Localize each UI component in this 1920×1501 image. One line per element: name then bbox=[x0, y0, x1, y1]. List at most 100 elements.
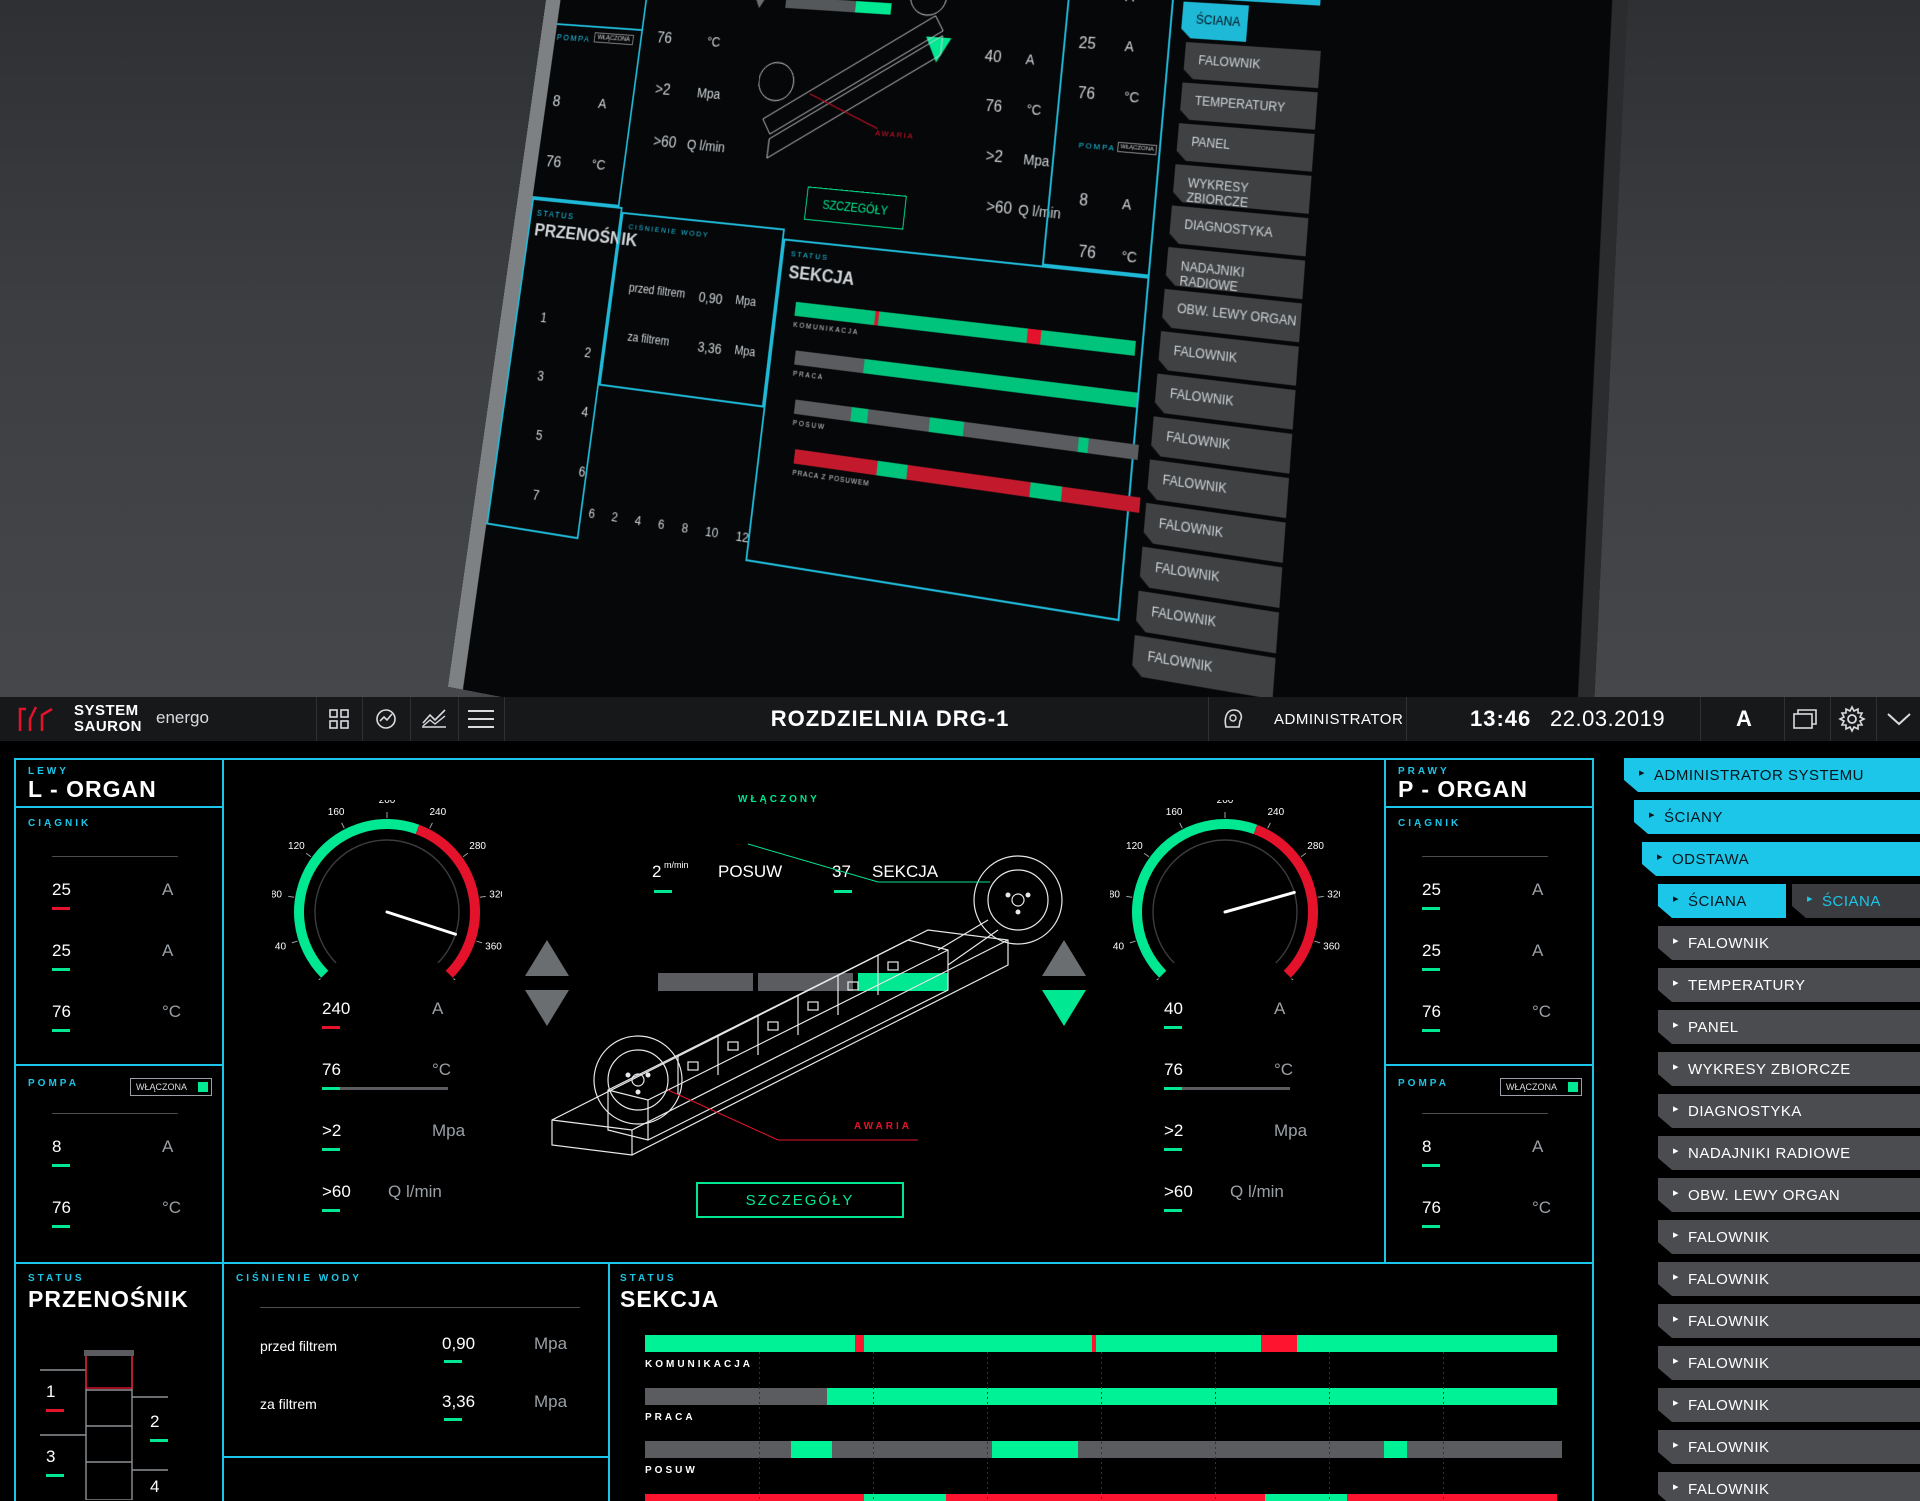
gauge-inner-arc bbox=[314, 839, 460, 964]
menu-item[interactable]: NADAJNIKI RADIOWE bbox=[1658, 1136, 1920, 1170]
menu-item[interactable]: PANEL bbox=[1658, 1010, 1920, 1044]
center-reading-value: >60 bbox=[1164, 1182, 1193, 1201]
center-reading-value: 240 bbox=[322, 999, 351, 1018]
reading-value: 76 bbox=[52, 1198, 71, 1217]
gauge-tick bbox=[1300, 852, 1307, 858]
reading-underline bbox=[52, 1225, 70, 1228]
conveyor-title: PRZENOŚNIK bbox=[28, 1286, 189, 1312]
grid-icon[interactable] bbox=[328, 708, 350, 730]
center-reading-value: 40 bbox=[1164, 999, 1183, 1018]
dashboard-gauge-icon[interactable] bbox=[374, 707, 398, 731]
right-speed-gauge: 04080120160200240280320360400 bbox=[1110, 800, 1340, 980]
center-reading-unit: °C bbox=[1274, 1060, 1294, 1079]
center-reading-underline bbox=[1164, 1148, 1182, 1151]
left-ciagnik-label: CIĄGNIK bbox=[28, 818, 92, 829]
grid-line bbox=[873, 1352, 874, 1501]
monitor-photo: 76 °C POMPA WŁĄCZONA 8 A 76 °C STATUS PR… bbox=[0, 0, 1920, 697]
gauge-tick-label: 320 bbox=[489, 889, 502, 900]
menu-item[interactable]: OBW. LEWY ORGAN bbox=[1658, 1178, 1920, 1212]
photo-unit: °C bbox=[590, 156, 607, 174]
reading-value: 25 bbox=[1422, 880, 1441, 899]
conveyor-num-underline bbox=[46, 1474, 64, 1477]
gauge-tick-label: 280 bbox=[1307, 841, 1324, 852]
reading-underline bbox=[52, 968, 70, 971]
menu-item[interactable]: FALOWNIK bbox=[1658, 1346, 1920, 1380]
photo-menu-item: TEMPERATURY bbox=[1179, 82, 1317, 129]
gauge-tick bbox=[462, 852, 469, 858]
photo-unit: °C bbox=[1123, 88, 1141, 106]
rail-outline bbox=[551, 929, 1009, 1156]
photo-details-button: SZCZEGÓŁY bbox=[803, 186, 907, 230]
photo-unit: A bbox=[1125, 0, 1135, 5]
toggle-indicator bbox=[1568, 1082, 1578, 1092]
sauron-logo-icon bbox=[18, 706, 53, 731]
photo-axis-num: 6 bbox=[587, 505, 596, 522]
user-head-icon[interactable] bbox=[1222, 707, 1244, 731]
menu-tab-inactive[interactable]: ŚCIANA bbox=[1792, 884, 1920, 918]
photo-val: 76 bbox=[1077, 243, 1097, 263]
grid-line bbox=[1101, 1352, 1102, 1501]
chart-icon[interactable] bbox=[420, 707, 448, 731]
wlaczony-leader bbox=[747, 843, 990, 883]
center-reading-unit: Mpa bbox=[1274, 1121, 1308, 1140]
menu-item[interactable]: FALOWNIK bbox=[1658, 1388, 1920, 1422]
divider bbox=[52, 1113, 178, 1114]
photo-val: 76 bbox=[544, 152, 563, 172]
gauge-green-arc bbox=[294, 819, 420, 978]
reading-value: 76 bbox=[1422, 1002, 1441, 1021]
clock-date: 22.03.2019 bbox=[1550, 706, 1666, 731]
photo-track-green bbox=[854, 1, 892, 15]
photo-menu-item: FALOWNIK bbox=[1183, 42, 1321, 88]
photo-water-unit: Mpa bbox=[734, 292, 757, 310]
brand-line-1: SYSTEM bbox=[74, 702, 139, 719]
reading-unit: °C bbox=[162, 1002, 182, 1021]
water-row-value: 3,36 bbox=[442, 1392, 476, 1411]
menu-item[interactable]: ADMINISTRATOR SYSTEMU bbox=[1624, 758, 1920, 792]
photo-unit: °C bbox=[1025, 101, 1043, 119]
photo-menu-item: ŚCIANA bbox=[1253, 0, 1323, 6]
reading-underline bbox=[1422, 1029, 1440, 1032]
details-button[interactable]: SZCZEGÓŁY bbox=[696, 1182, 904, 1218]
menu-item[interactable]: ODSTAWA bbox=[1642, 842, 1920, 876]
menu-item[interactable]: WYKRESY ZBIORCZE bbox=[1658, 1052, 1920, 1086]
temperature-bar bbox=[1164, 1087, 1290, 1090]
reading-unit: A bbox=[1532, 1137, 1544, 1156]
menu-item[interactable]: FALOWNIK bbox=[1658, 1304, 1920, 1338]
menu-item[interactable]: FALOWNIK bbox=[1658, 1430, 1920, 1464]
right-pompa-state: WŁĄCZONA bbox=[1506, 1082, 1558, 1092]
menu-item[interactable]: FALOWNIK bbox=[1658, 1262, 1920, 1296]
left-pompa-toggle[interactable]: WŁĄCZONA bbox=[130, 1078, 212, 1096]
menu-item[interactable]: FALOWNIK bbox=[1658, 926, 1920, 960]
photo-unit: °C bbox=[1120, 247, 1138, 266]
photo-axis-num: 10 bbox=[704, 523, 720, 541]
photo-axis-num: 6 bbox=[657, 516, 666, 533]
center-reading-underline bbox=[322, 1148, 340, 1151]
toggle-indicator bbox=[198, 1082, 208, 1092]
photo-unit: A bbox=[1124, 38, 1135, 55]
photo-unit: Q l/min bbox=[686, 136, 726, 156]
user-name[interactable]: ADMINISTRATOR bbox=[1274, 711, 1403, 728]
photo-val: 76 bbox=[1076, 84, 1096, 104]
windows-icon[interactable] bbox=[1792, 708, 1818, 730]
menu-item[interactable]: FALOWNIK bbox=[1658, 1220, 1920, 1254]
page-title: ROZDZIELNIA DRG-1 bbox=[770, 706, 1010, 731]
gauge-tick-label: 280 bbox=[469, 841, 486, 852]
chevron-down-icon[interactable] bbox=[1886, 711, 1912, 727]
center-reading-underline bbox=[322, 1026, 340, 1029]
hamburger-menu-icon[interactable] bbox=[468, 709, 494, 729]
mode-indicator[interactable]: A bbox=[1736, 706, 1752, 732]
separator bbox=[1876, 697, 1877, 741]
menu-item[interactable]: ŚCIANY bbox=[1634, 800, 1920, 834]
left-organ-title: L - ORGAN bbox=[28, 776, 157, 802]
menu-item[interactable]: DIAGNOSTYKA bbox=[1658, 1094, 1920, 1128]
gauge-tick bbox=[291, 940, 298, 944]
gear-icon[interactable] bbox=[1838, 705, 1866, 733]
photo-water-unit: Mpa bbox=[733, 342, 757, 360]
photo-val: >60 bbox=[985, 198, 1013, 219]
menu-item[interactable]: FALOWNIK bbox=[1658, 1472, 1920, 1501]
menu-tab-active[interactable]: ŚCIANA bbox=[1658, 884, 1786, 918]
gauge-tick bbox=[1179, 822, 1183, 829]
right-pompa-toggle[interactable]: WŁĄCZONA bbox=[1500, 1078, 1582, 1096]
menu-item[interactable]: TEMPERATURY bbox=[1658, 968, 1920, 1002]
section-status-label: STATUS bbox=[620, 1273, 677, 1284]
